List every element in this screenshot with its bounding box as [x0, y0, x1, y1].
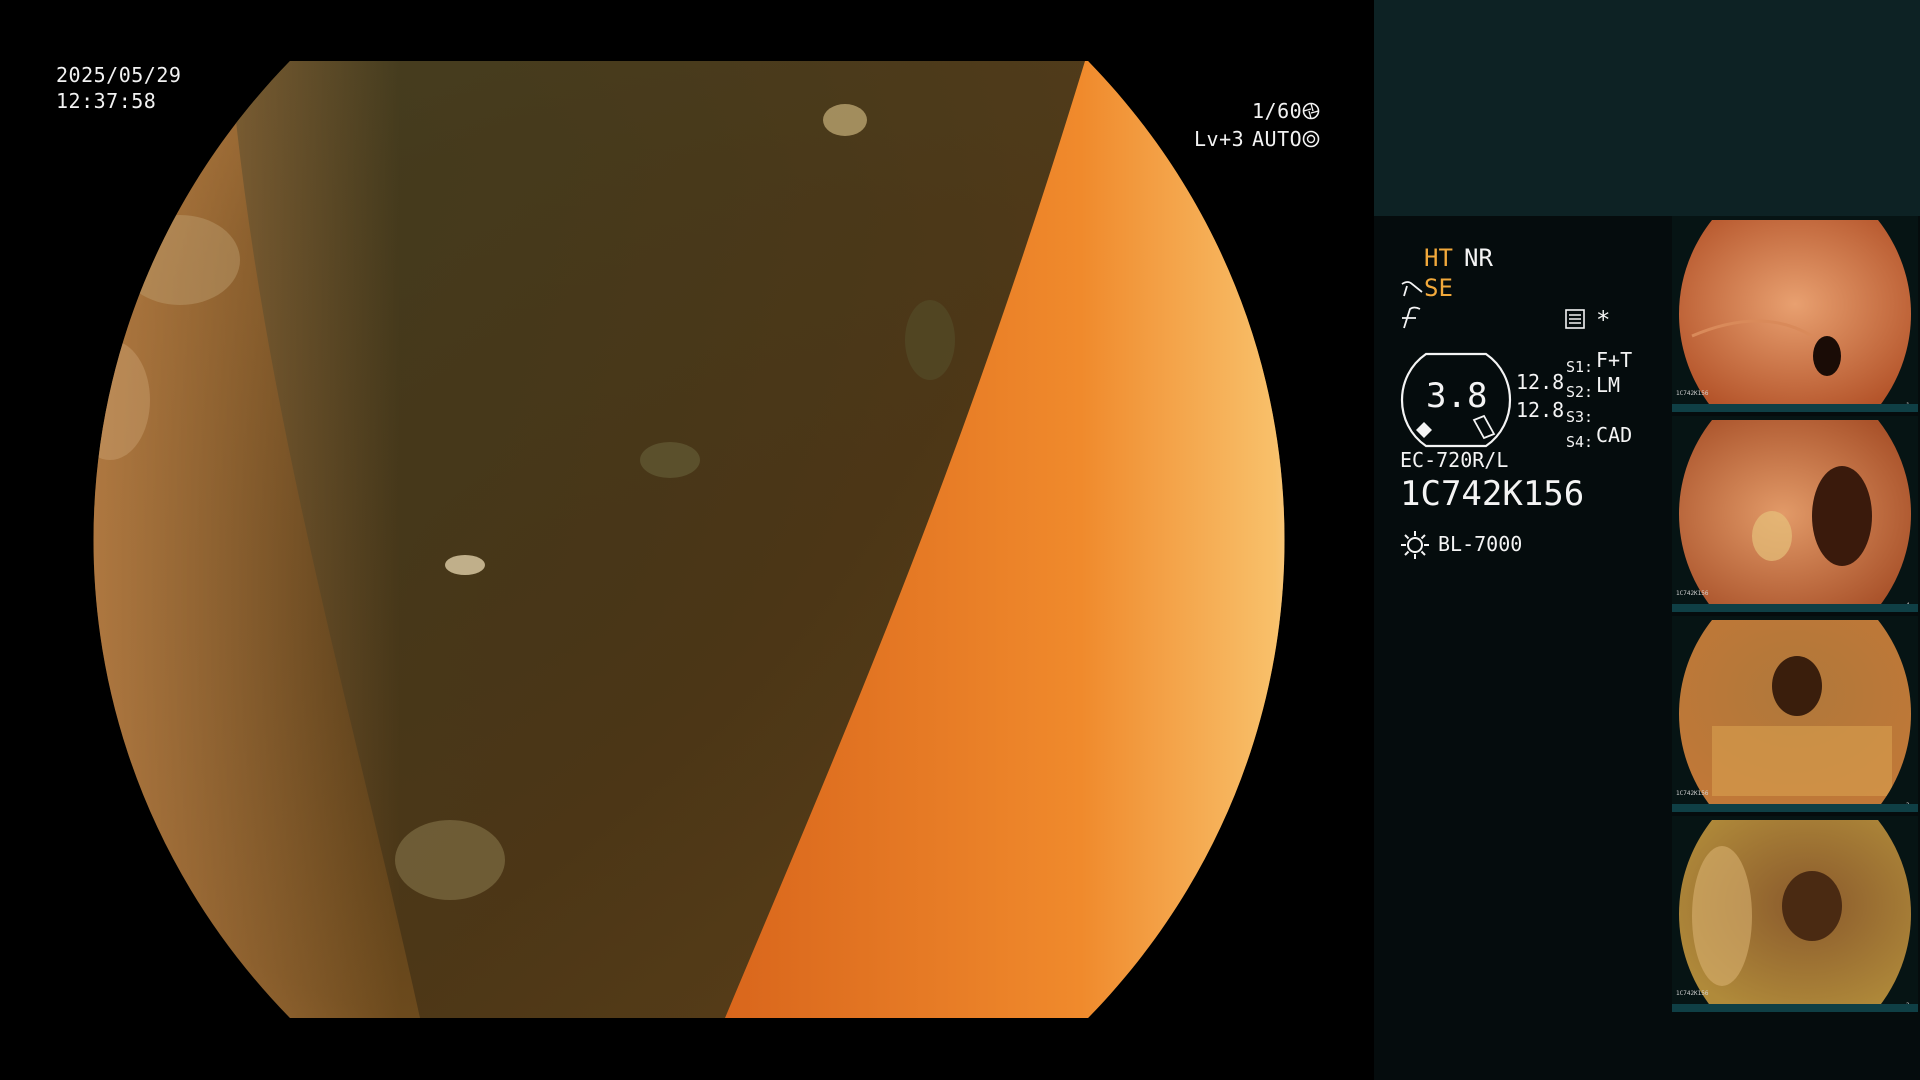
- se-indicator: SE: [1424, 274, 1453, 302]
- thumbnail-serial: 1C742K156: [1676, 390, 1709, 397]
- flat-curve-icon: [1402, 306, 1421, 329]
- nr-indicator: NR: [1464, 244, 1493, 272]
- thumbnail-image: [1679, 220, 1911, 408]
- setting-value-top: 12.8: [1516, 370, 1565, 394]
- thumbnail-bar: [1672, 1004, 1918, 1012]
- captured-image-thumbnail[interactable]: 1C742K156 2: [1672, 816, 1918, 1012]
- scope-info-panel: HT NR SE * 3.8 12.8 12.8 S1: F+T S2: LM …: [1374, 216, 1811, 1080]
- thumbnail-serial: 1C742K156: [1676, 990, 1709, 997]
- thumbnail-serial: 1C742K156: [1676, 790, 1709, 797]
- light-source-icon: [1401, 531, 1429, 559]
- thumbnail-bar: [1672, 804, 1918, 812]
- switch-s2-value: LM: [1596, 373, 1621, 397]
- iris-icon: [1302, 130, 1320, 148]
- thumbnail-serial: 1C742K156: [1676, 590, 1709, 597]
- exam-time: 12:37:58: [56, 89, 157, 113]
- thumbnail-image: [1679, 820, 1911, 1008]
- captured-image-thumbnail[interactable]: 1C742K156 1: [1672, 216, 1918, 412]
- light-source-model: BL-7000: [1438, 532, 1523, 556]
- switch-s4-key: S4:: [1566, 433, 1594, 451]
- shutter-icon: [1302, 102, 1320, 120]
- captured-image-thumbnail[interactable]: 1C742K156 4: [1672, 416, 1918, 612]
- thumbnail-bar: [1672, 404, 1918, 412]
- endoscopic-image: [93, 61, 1285, 1018]
- zoom-value: 3.8: [1426, 376, 1488, 416]
- scope-model: EC-720R/L: [1400, 448, 1509, 472]
- brightness-level: Lv+3: [1194, 127, 1245, 151]
- endoscope-view: 2025/05/29 12:37:58 1/60 Lv+3 AUTO: [0, 0, 1372, 1080]
- setting-value-bottom: 12.8: [1516, 398, 1565, 422]
- ht-indicator: HT: [1424, 244, 1453, 272]
- iris-mode: AUTO: [1252, 127, 1303, 151]
- switch-s1-value: F+T: [1596, 348, 1633, 372]
- asterisk-icon: *: [1596, 306, 1611, 334]
- panel-header-area: [1374, 0, 1920, 216]
- captured-images-strip: 1C742K156 1 1C742K156 4: [1670, 216, 1920, 1080]
- scope-serial: 1C742K156: [1400, 474, 1585, 514]
- pen-tool-icon: [1401, 281, 1423, 297]
- captured-image-thumbnail[interactable]: 1C742K156 3: [1672, 616, 1918, 812]
- thumbnail-image: [1679, 420, 1911, 608]
- exam-date: 2025/05/29: [56, 63, 182, 87]
- thumbnail-image: [1679, 620, 1911, 808]
- settings-card-icon: [1565, 309, 1585, 329]
- thumbnail-bar: [1672, 604, 1918, 612]
- shutter-speed: 1/60: [1252, 99, 1303, 123]
- switch-s4-value: CAD: [1596, 423, 1633, 447]
